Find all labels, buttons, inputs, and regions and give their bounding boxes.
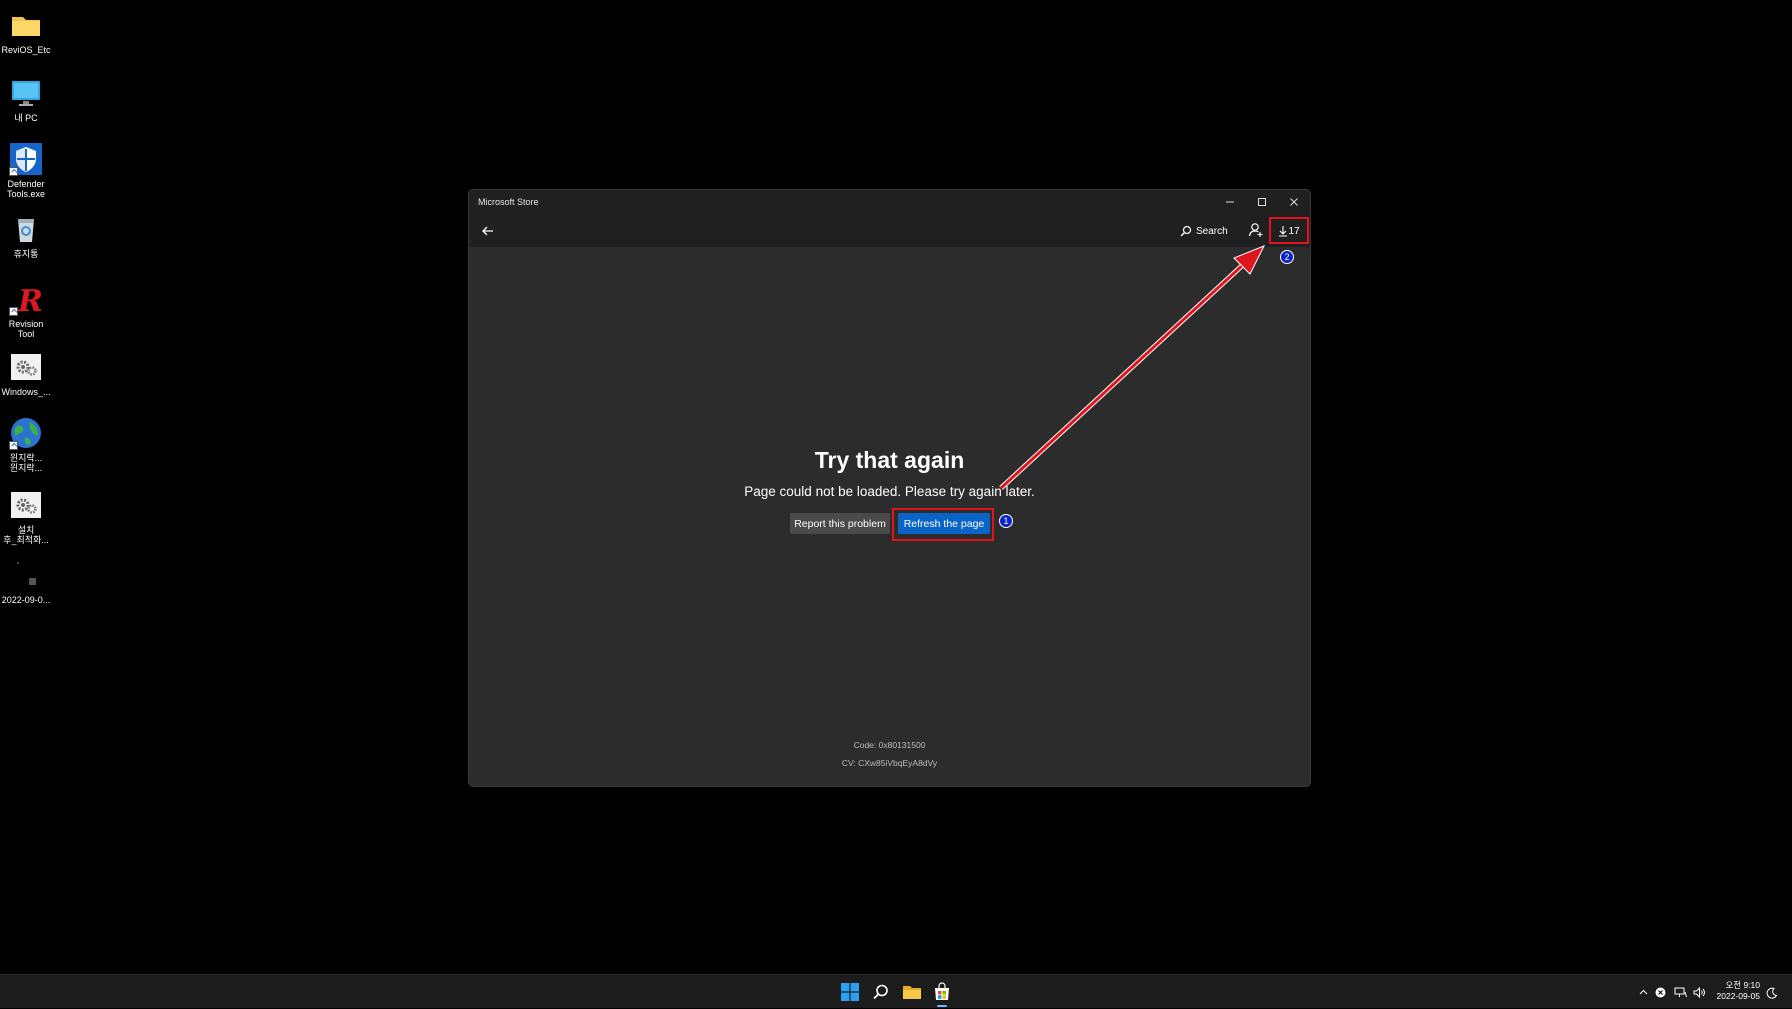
clock-date: 2022-09-05 (1716, 991, 1760, 1001)
file-explorer-icon[interactable] (900, 980, 924, 1004)
active-app-indicator (937, 1005, 947, 1007)
show-hidden-icons-chevron-icon[interactable] (1636, 989, 1650, 995)
windows-start-icon[interactable] (838, 980, 862, 1004)
taskbar-clock[interactable]: 오전 9:10 2022-09-05 (1712, 980, 1760, 1002)
network-icon[interactable] (1670, 987, 1690, 998)
volume-icon[interactable] (1690, 986, 1708, 998)
annotation-arrow (999, 245, 1266, 490)
clock-time: 오전 9:10 (1725, 980, 1760, 990)
notifications-moon-icon[interactable] (1766, 986, 1778, 1004)
taskbar: 오전 9:10 2022-09-05 (0, 974, 1792, 1008)
system-tray (1636, 975, 1708, 1009)
search-icon[interactable] (869, 980, 893, 1004)
microsoft-store-icon[interactable] (930, 980, 954, 1004)
status-x-icon[interactable] (1650, 987, 1670, 998)
